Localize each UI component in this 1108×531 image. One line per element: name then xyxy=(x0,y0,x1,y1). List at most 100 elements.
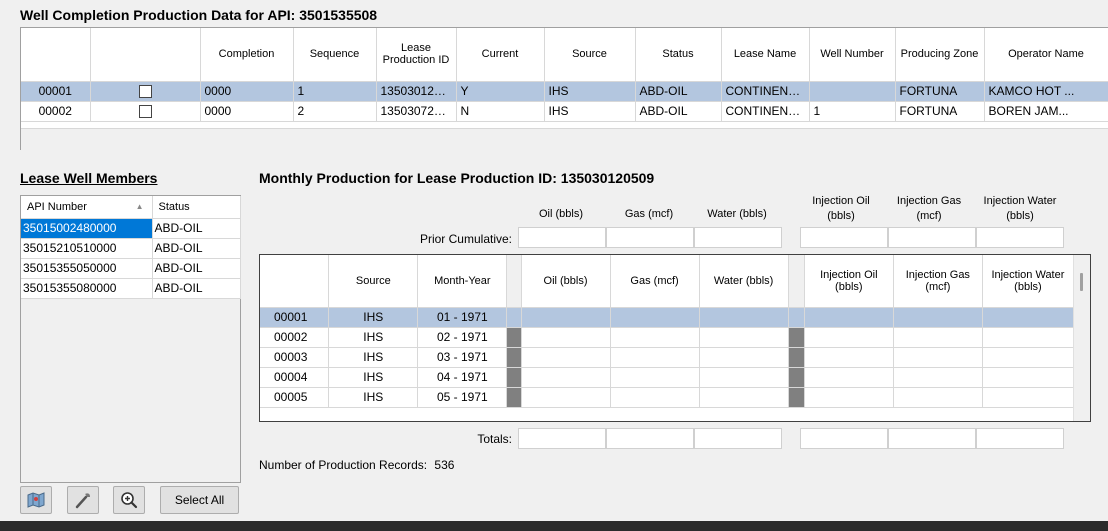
lease-member-row[interactable]: 35015355080000 ABD-OIL xyxy=(21,278,241,299)
monthly-cell-water[interactable] xyxy=(699,367,789,388)
prior-cumulative-oil-field[interactable] xyxy=(518,227,606,248)
lease-member-row[interactable]: 35015355050000 ABD-OIL xyxy=(21,258,241,279)
monthly-column-header-3[interactable] xyxy=(506,255,522,308)
monthly-cell-gas[interactable] xyxy=(610,387,700,408)
totals-gas-field[interactable] xyxy=(606,428,694,449)
monthly-row[interactable]: 00002 IHS 02 - 1971 xyxy=(260,327,1075,348)
monthly-cell-gas[interactable] xyxy=(610,347,700,368)
completion-column-header-5[interactable]: Current xyxy=(456,28,545,82)
lease-member-row[interactable]: 35015002480000 ABD-OIL xyxy=(21,218,241,239)
vertical-scrollbar[interactable] xyxy=(1073,255,1090,421)
completion-column-header-0[interactable] xyxy=(21,28,91,82)
monthly-column-header-7[interactable] xyxy=(788,255,805,308)
scrollbar-thumb[interactable] xyxy=(1080,273,1083,291)
monthly-column-header-2[interactable]: Month-Year xyxy=(417,255,508,308)
monthly-cell-water[interactable] xyxy=(699,307,789,328)
lease-member-api[interactable]: 35015355050000 xyxy=(21,258,153,279)
completion-column-header-9[interactable]: Well Number xyxy=(809,28,896,82)
monthly-cell-injection-gas[interactable] xyxy=(893,347,983,368)
monthly-cell-gas[interactable] xyxy=(610,327,700,348)
select-all-button[interactable]: Select All xyxy=(160,486,239,514)
totals-injection-oil-field[interactable] xyxy=(800,428,888,449)
completion-row[interactable]: 00002 0000 2 135030723444 N IHS ABD-OIL CONTINE… xyxy=(21,101,1108,122)
monthly-cell-injection-water[interactable] xyxy=(982,307,1075,328)
monthly-cell-source: IHS xyxy=(328,307,419,328)
monthly-cell-gas[interactable] xyxy=(610,367,700,388)
lease-member-row[interactable]: 35015210510000 ABD-OIL xyxy=(21,238,241,259)
completion-row-checkbox-cell[interactable] xyxy=(90,81,201,102)
monthly-cell-injection-oil[interactable] xyxy=(804,347,894,368)
completion-row[interactable]: 00001 0000 1 135030120509 Y IHS ABD-OIL CONTINE… xyxy=(21,81,1108,102)
monthly-cell-injection-oil[interactable] xyxy=(804,307,894,328)
lease-member-status[interactable]: ABD-OIL xyxy=(152,238,241,259)
monthly-column-header-1[interactable]: Source xyxy=(328,255,419,308)
monthly-cell-oil[interactable] xyxy=(521,327,611,348)
lease-member-status[interactable]: ABD-OIL xyxy=(152,278,241,299)
lease-member-api[interactable]: 35015355080000 xyxy=(21,278,153,299)
completion-column-header-10[interactable]: Producing Zone xyxy=(895,28,985,82)
monthly-cell-water[interactable] xyxy=(699,327,789,348)
row-checkbox[interactable] xyxy=(138,105,152,119)
monthly-cell-injection-oil[interactable] xyxy=(804,367,894,388)
monthly-cell-injection-oil[interactable] xyxy=(804,327,894,348)
monthly-cell-oil[interactable] xyxy=(521,307,611,328)
monthly-cell-injection-water[interactable] xyxy=(982,387,1075,408)
monthly-cell-gas[interactable] xyxy=(610,307,700,328)
prior-cumulative-gas-field[interactable] xyxy=(606,227,694,248)
completion-column-header-6[interactable]: Source xyxy=(544,28,636,82)
monthly-cell-injection-water[interactable] xyxy=(982,327,1075,348)
monthly-cell-injection-gas[interactable] xyxy=(893,307,983,328)
prior-cumulative-injection-water-field[interactable] xyxy=(976,227,1064,248)
monthly-cell-water[interactable] xyxy=(699,347,789,368)
tool-button[interactable] xyxy=(67,486,99,514)
lease-member-status[interactable]: ABD-OIL xyxy=(152,218,241,239)
column-header-status[interactable]: Status xyxy=(152,196,241,219)
monthly-cell-oil[interactable] xyxy=(521,387,611,408)
totals-injection-gas-field[interactable] xyxy=(888,428,976,449)
totals-oil-field[interactable] xyxy=(518,428,606,449)
monthly-cell-injection-oil[interactable] xyxy=(804,387,894,408)
completion-column-header-7[interactable]: Status xyxy=(635,28,722,82)
summary-header-injection-gas: Injection Gas (mcf) xyxy=(896,195,962,222)
monthly-column-header-0[interactable] xyxy=(260,255,330,308)
completion-column-header-4[interactable]: Lease Production ID xyxy=(376,28,457,82)
zoom-in-button[interactable] xyxy=(113,486,145,514)
monthly-column-header-10[interactable]: Injection Water (bbls) xyxy=(982,255,1075,308)
monthly-cell-oil[interactable] xyxy=(521,347,611,368)
completion-column-header-1[interactable] xyxy=(90,28,201,82)
completion-column-header-2[interactable]: Completion xyxy=(200,28,294,82)
monthly-cell-injection-water[interactable] xyxy=(982,347,1075,368)
prior-cumulative-injection-gas-field[interactable] xyxy=(888,227,976,248)
completion-column-header-8[interactable]: Lease Name xyxy=(721,28,810,82)
monthly-column-header-4[interactable]: Oil (bbls) xyxy=(521,255,611,308)
monthly-column-header-5[interactable]: Gas (mcf) xyxy=(610,255,700,308)
monthly-column-header-8[interactable]: Injection Oil (bbls) xyxy=(804,255,894,308)
monthly-row[interactable]: 00005 IHS 05 - 1971 xyxy=(260,387,1075,408)
prior-cumulative-water-field[interactable] xyxy=(694,227,782,248)
completion-column-header-11[interactable]: Operator Name xyxy=(984,28,1108,82)
map-button[interactable] xyxy=(20,486,52,514)
completion-row-checkbox-cell[interactable] xyxy=(90,101,201,122)
completion-cell-current: Y xyxy=(456,81,545,102)
completion-cell-sequence: 2 xyxy=(293,101,377,122)
monthly-cell-injection-gas[interactable] xyxy=(893,327,983,348)
row-checkbox[interactable] xyxy=(138,85,152,99)
lease-member-api[interactable]: 35015210510000 xyxy=(21,238,153,259)
monthly-row[interactable]: 00001 IHS 01 - 1971 xyxy=(260,307,1075,328)
totals-injection-water-field[interactable] xyxy=(976,428,1064,449)
monthly-cell-injection-gas[interactable] xyxy=(893,387,983,408)
monthly-cell-water[interactable] xyxy=(699,387,789,408)
lease-member-api[interactable]: 35015002480000 xyxy=(21,218,153,239)
monthly-cell-injection-gas[interactable] xyxy=(893,367,983,388)
column-header-api-number[interactable]: API Number ▲ xyxy=(21,196,153,219)
monthly-row[interactable]: 00003 IHS 03 - 1971 xyxy=(260,347,1075,368)
prior-cumulative-injection-oil-field[interactable] xyxy=(800,227,888,248)
monthly-row[interactable]: 00004 IHS 04 - 1971 xyxy=(260,367,1075,388)
lease-member-status[interactable]: ABD-OIL xyxy=(152,258,241,279)
totals-water-field[interactable] xyxy=(694,428,782,449)
completion-column-header-3[interactable]: Sequence xyxy=(293,28,377,82)
monthly-cell-oil[interactable] xyxy=(521,367,611,388)
monthly-column-header-6[interactable]: Water (bbls) xyxy=(699,255,789,308)
monthly-cell-injection-water[interactable] xyxy=(982,367,1075,388)
monthly-column-header-9[interactable]: Injection Gas (mcf) xyxy=(893,255,983,308)
